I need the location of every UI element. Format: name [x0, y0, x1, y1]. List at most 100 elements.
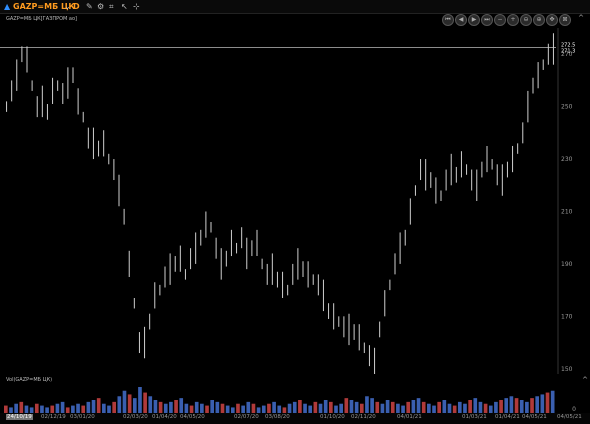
- crosshair-icon[interactable]: ⊹: [133, 1, 140, 12]
- volume-bar: [385, 400, 390, 413]
- volume-bar: [184, 403, 189, 413]
- volume-bar: [210, 400, 215, 413]
- volume-bar: [251, 403, 256, 413]
- volume-bar: [132, 398, 137, 413]
- price-chart[interactable]: 150170190210230250270272.5271.3: [0, 28, 590, 374]
- gear-icon[interactable]: ⚙: [97, 1, 104, 12]
- volume-bar: [303, 403, 307, 413]
- volume-bar: [189, 405, 194, 413]
- volume-header: Vol(GAZP=МБ ЦК): [6, 377, 53, 383]
- volume-bar: [19, 401, 24, 413]
- zoom-reset-icon[interactable]: ⊕: [533, 14, 545, 26]
- volume-bar: [396, 403, 400, 413]
- volume-chart[interactable]: [0, 384, 590, 413]
- x-tick-label: 03/08/20: [265, 414, 290, 420]
- volume-bar: [359, 403, 364, 413]
- volume-bar: [406, 401, 411, 413]
- volume-bar: [416, 398, 421, 413]
- volume-bar: [215, 401, 220, 413]
- volume-bar: [24, 405, 29, 413]
- x-tick-label: 01/03/21: [462, 414, 487, 420]
- volume-bar: [246, 401, 251, 413]
- x-tick-label: 03/01/20: [70, 414, 95, 420]
- volume-bar: [488, 405, 493, 413]
- volume-bar: [463, 403, 467, 413]
- volume-bar: [540, 394, 545, 413]
- pan-icon[interactable]: ✥: [546, 14, 558, 26]
- volume-bar: [298, 400, 302, 413]
- volume-bar: [143, 392, 147, 413]
- volume-bar: [442, 400, 447, 413]
- volume-bar: [365, 396, 369, 413]
- x-tick-label: 04/01/21: [397, 414, 422, 420]
- volume-bar: [437, 401, 442, 413]
- volume-bar: [390, 401, 395, 413]
- scroll-left-icon[interactable]: ◀: [455, 14, 467, 26]
- pencil-icon[interactable]: ✎: [86, 1, 93, 12]
- volume-bar: [153, 400, 158, 413]
- volume-bar: [427, 403, 431, 413]
- volume-bar: [494, 401, 498, 413]
- interval-selector[interactable]: D: [73, 1, 80, 12]
- volume-bar: [421, 401, 426, 413]
- x-tick-label: 01/04/20: [152, 414, 177, 420]
- volume-bar: [277, 405, 282, 413]
- x-tick-label: 24/10/19: [6, 414, 33, 420]
- volume-bar: [117, 396, 122, 413]
- volume-bar: [478, 401, 483, 413]
- volume-bar: [287, 403, 292, 413]
- y-tick-label: 150: [561, 366, 573, 373]
- volume-bar: [473, 398, 478, 413]
- volume-bar: [76, 403, 80, 413]
- scroll-right-icon[interactable]: ▶: [468, 14, 480, 26]
- volume-bar: [267, 403, 271, 413]
- volume-bar: [535, 396, 540, 413]
- x-tick-label: 01/04/21: [495, 414, 520, 420]
- zoom-out-icon[interactable]: −: [494, 14, 506, 26]
- volume-bar: [292, 401, 297, 413]
- volume-bar: [91, 400, 96, 413]
- chart-navigation: ⏮ ◀ ▶ ⏭ − + ⊖ ⊕ ✥ ⊠ ^: [438, 14, 588, 26]
- zoom-in-icon[interactable]: +: [507, 14, 519, 26]
- volume-bar: [339, 403, 343, 413]
- volume-collapse-icon[interactable]: ^: [582, 376, 588, 384]
- volume-bar: [55, 403, 60, 413]
- volume-bar: [550, 390, 555, 413]
- volume-bar: [411, 400, 416, 413]
- volume-bar: [225, 405, 230, 413]
- chevron-down-icon[interactable]: ⌄: [64, 1, 71, 12]
- volume-bar: [194, 401, 199, 413]
- volume-bar: [50, 405, 55, 413]
- split-icon[interactable]: ⊠: [559, 14, 571, 26]
- collapse-up-icon[interactable]: ^: [578, 14, 584, 22]
- x-tick-label: 04/05/21: [557, 414, 582, 420]
- volume-bar: [148, 396, 153, 413]
- symbol-triangle-icon[interactable]: ▲: [4, 1, 10, 12]
- volume-bar: [375, 401, 380, 413]
- cursor-icon[interactable]: ↖: [121, 1, 128, 12]
- volume-bar: [272, 401, 276, 413]
- zoom-fit-icon[interactable]: ⊖: [520, 14, 532, 26]
- scroll-end-icon[interactable]: ⏭: [481, 14, 493, 26]
- volume-bar: [86, 401, 91, 413]
- volume-bar: [318, 403, 323, 413]
- volume-axis-label: 0: [572, 406, 576, 413]
- y-tick-label: 250: [561, 104, 573, 111]
- volume-bar: [200, 403, 204, 413]
- volume-bar: [525, 401, 529, 413]
- volume-bar: [334, 405, 338, 413]
- volume-bar: [127, 394, 132, 413]
- price-tag: 271.3: [561, 49, 575, 55]
- scroll-start-icon[interactable]: ⏮: [442, 14, 454, 26]
- volume-bar: [96, 398, 101, 413]
- link-icon[interactable]: ⌗: [109, 1, 114, 12]
- volume-bar: [329, 401, 333, 413]
- volume-bar: [174, 400, 178, 413]
- volume-bar: [34, 403, 39, 413]
- volume-bar: [107, 405, 111, 413]
- volume-bar: [457, 401, 462, 413]
- volume-bar: [241, 405, 245, 413]
- volume-bar: [504, 398, 509, 413]
- volume-bar: [40, 405, 44, 413]
- volume-bar: [205, 405, 209, 413]
